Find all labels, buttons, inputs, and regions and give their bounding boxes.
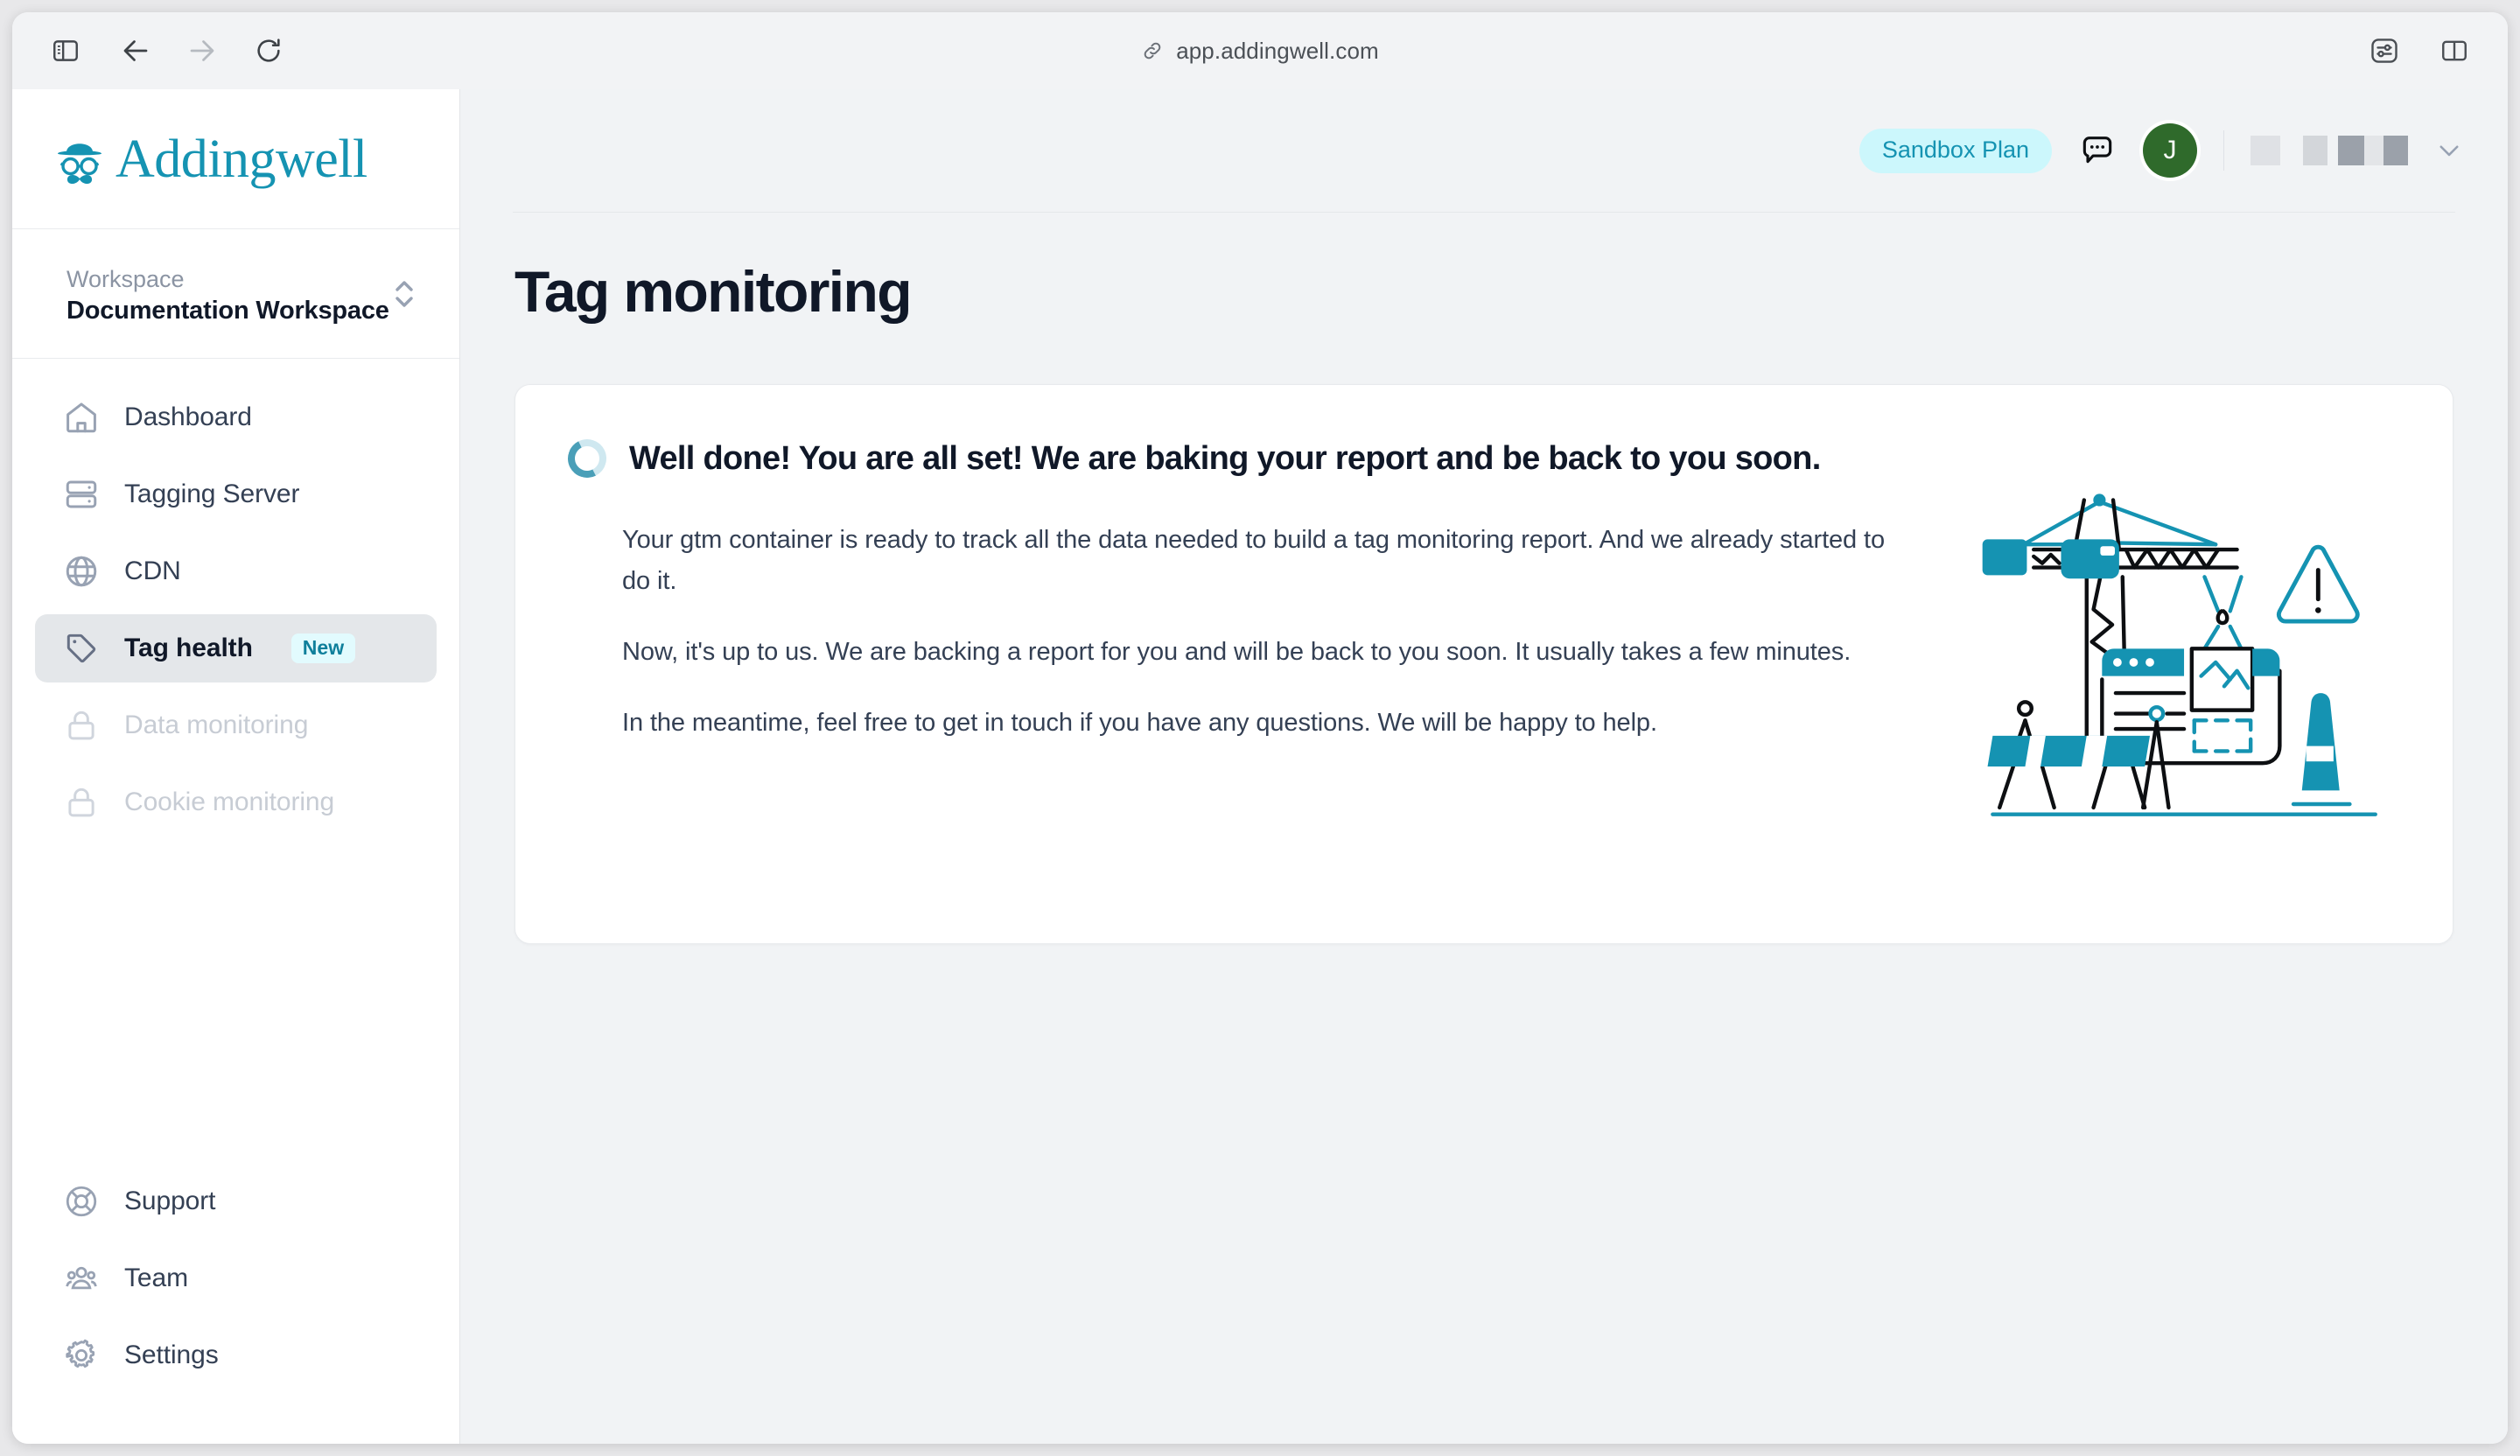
sidebar-item-label: Settings [124, 1340, 219, 1369]
redacted-user-name [2250, 136, 2408, 165]
tab-overview-icon[interactable] [2427, 24, 2482, 78]
sidebar-item-label: Dashboard [124, 402, 252, 431]
back-arrow-icon[interactable] [108, 24, 163, 78]
logo-wordmark: Addingwell [116, 129, 368, 189]
header-divider-vertical [2223, 130, 2224, 171]
sidebar-item-team[interactable]: Team [35, 1244, 437, 1312]
sidebar-item-cookie-monitoring[interactable]: Cookie monitoring [35, 768, 437, 836]
sidebar: Addingwell Workspace Documentation Works… [12, 89, 460, 1444]
main-content: Sandbox Plan J Tag monitoring Well done!… [460, 89, 2508, 1444]
card-paragraph: Your gtm container is ready to track all… [622, 526, 1886, 595]
lock-icon [68, 788, 94, 817]
app-logo[interactable]: Addingwell [12, 89, 459, 229]
avatar-initial: J [2163, 136, 2177, 164]
sidebar-item-tagging-server[interactable]: Tagging Server [35, 460, 437, 528]
chevron-up-down-icon [396, 280, 413, 307]
plan-badge[interactable]: Sandbox Plan [1858, 128, 2052, 173]
sidebar-bottom-nav: Support Team Settings [12, 1167, 459, 1444]
sidebar-item-label: Team [124, 1264, 188, 1292]
server-icon [66, 480, 97, 508]
browser-window: app.addingwell.com Addingwell Workspace … [12, 12, 2508, 1444]
sidebar-toggle-icon[interactable] [38, 24, 93, 78]
chevron-down-icon[interactable] [2434, 136, 2464, 165]
sidebar-item-label: Support [124, 1186, 216, 1215]
loading-spinner-icon [563, 434, 612, 483]
app-page: Addingwell Workspace Documentation Works… [12, 89, 2508, 1444]
reload-icon[interactable] [242, 24, 296, 78]
sidebar-item-label: Cookie monitoring [124, 788, 335, 816]
tag-icon [66, 634, 96, 663]
forward-arrow-icon[interactable] [175, 24, 229, 78]
workspace-label: Workspace [66, 265, 185, 292]
reader-settings-icon[interactable] [2357, 24, 2412, 78]
sidebar-item-dashboard[interactable]: Dashboard [35, 383, 437, 452]
chat-bubble-icon[interactable] [2078, 131, 2117, 170]
addingwell-gentleman-icon [58, 143, 102, 184]
sidebar-item-tag-health[interactable]: Tag health New [35, 614, 437, 682]
sidebar-item-label: Tag health [124, 634, 253, 662]
card-body: Your gtm container is ready to track all… [568, 520, 1907, 744]
address-bar[interactable]: app.addingwell.com [12, 38, 2508, 65]
construction-crane-illustration [1982, 494, 2377, 816]
status-badge: New [290, 634, 356, 663]
sidebar-item-support[interactable]: Support [35, 1167, 437, 1236]
workspace-switcher[interactable]: Workspace Documentation Workspace [12, 229, 459, 359]
sidebar-item-cdn[interactable]: CDN [35, 537, 437, 606]
sidebar-item-label: Data monitoring [124, 710, 309, 739]
globe-icon [66, 556, 97, 587]
sidebar-item-label: CDN [124, 556, 181, 585]
workspace-value: Documentation Workspace [66, 297, 389, 326]
app-header: Sandbox Plan J [460, 89, 2508, 212]
avatar[interactable]: J [2143, 123, 2197, 178]
status-card: Well done! You are all set! We are bakin… [514, 384, 2454, 944]
gear-icon [66, 1339, 95, 1368]
url-text: app.addingwell.com [1176, 37, 1379, 64]
page-title: Tag monitoring [514, 259, 913, 324]
sidebar-item-label: Tagging Server [124, 480, 300, 508]
lock-icon [68, 710, 94, 740]
browser-toolbar: app.addingwell.com [12, 12, 2508, 89]
home-icon [66, 402, 96, 433]
lifebuoy-icon [66, 1186, 97, 1217]
sidebar-item-settings[interactable]: Settings [35, 1321, 437, 1390]
card-title: Well done! You are all set! We are bakin… [629, 439, 1821, 477]
users-icon [66, 1266, 97, 1290]
card-paragraph: In the meantime, feel free to get in tou… [622, 708, 1657, 737]
sidebar-primary-nav: Dashboard Tagging Server CDN Tag health … [12, 359, 459, 845]
sidebar-item-data-monitoring[interactable]: Data monitoring [35, 691, 437, 760]
link-icon [1144, 42, 1161, 60]
card-paragraph: Now, it's up to us. We are backing a rep… [622, 637, 1852, 666]
